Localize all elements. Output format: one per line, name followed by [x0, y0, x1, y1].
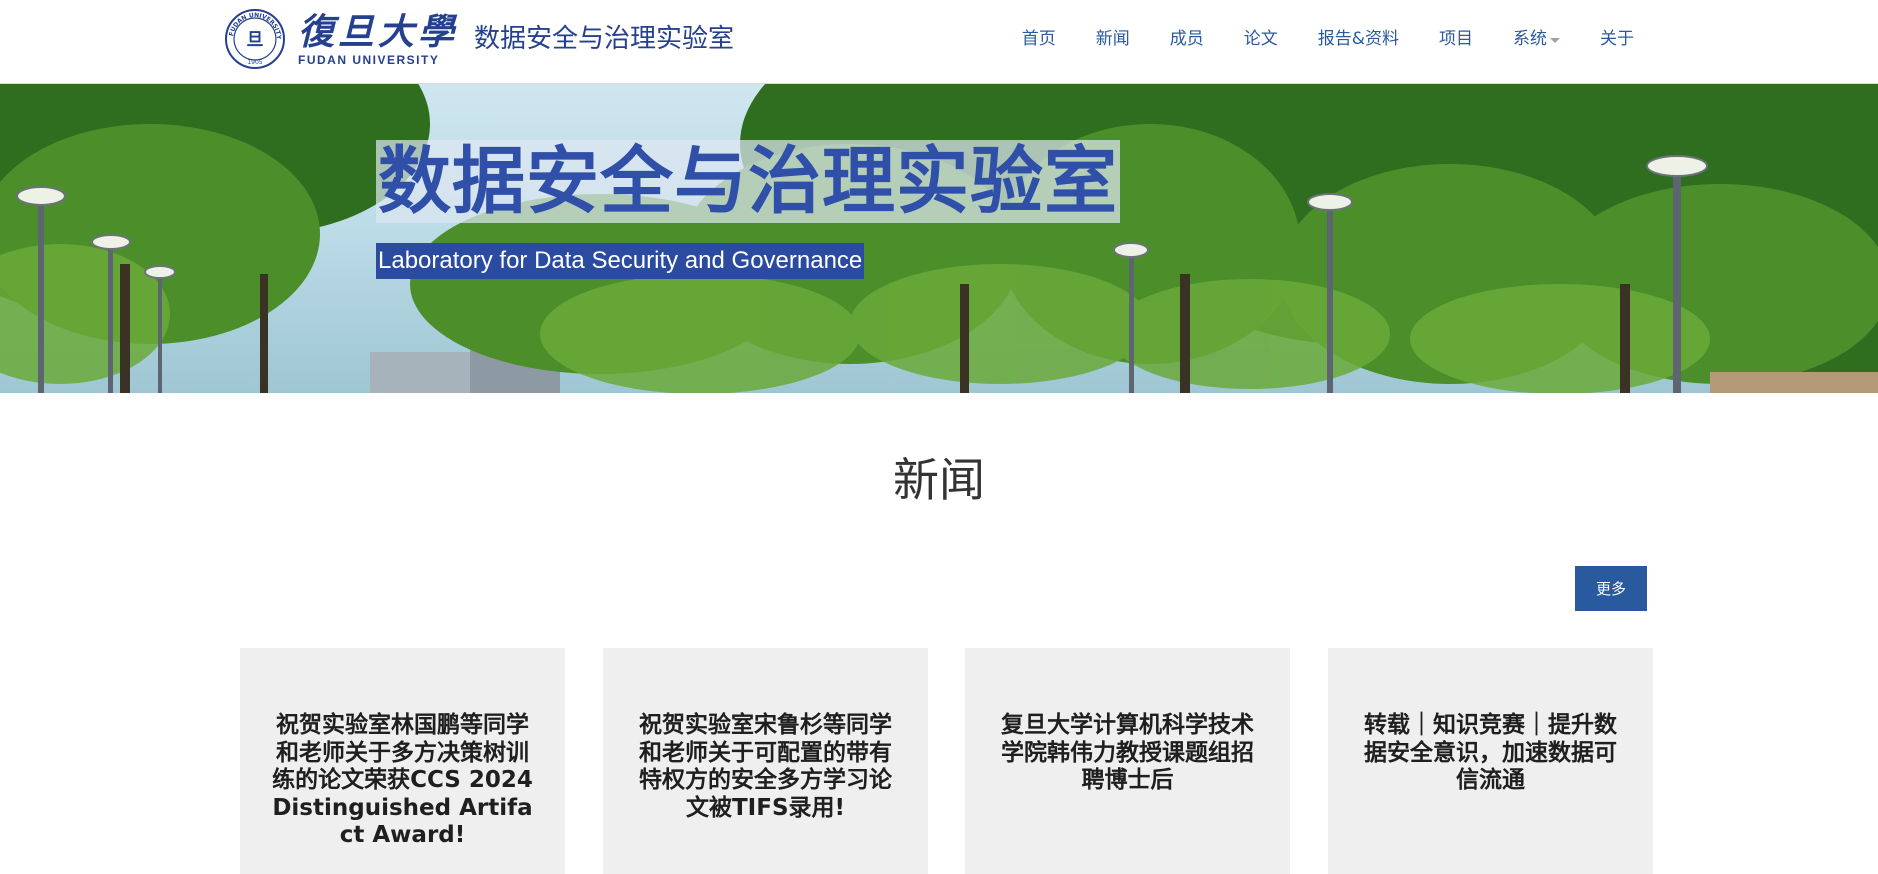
svg-text:旦: 旦	[247, 30, 264, 50]
nav-reports-label: 报告&资料	[1317, 29, 1399, 49]
lab-name: 数据安全与治理实验室	[474, 24, 735, 54]
nav-home-label: 首页	[1021, 29, 1056, 49]
news-card-title: 祝贺实验室林国鹏等同学和老师关于多方决策树训练的论文荣获CCS 2024 Dis…	[272, 712, 533, 848]
nav-reports[interactable]: 报告&资料	[1298, 0, 1419, 78]
nav-home[interactable]: 首页	[1002, 0, 1076, 78]
fudan-seal-icon: FUDAN UNIVERSITY 旦 1905	[225, 9, 285, 69]
brand-home-link[interactable]: FUDAN UNIVERSITY 旦 1905 復旦大學 FUDAN UNIVE…	[224, 6, 734, 72]
hero-subtitle: Laboratory for Data Security and Governa…	[376, 243, 865, 279]
university-name-cn: 復旦大學	[298, 10, 459, 53]
news-card[interactable]: 祝贺实验室宋鲁杉等同学和老师关于可配置的带有特权方的安全多方学习论文被TIFS录…	[603, 648, 928, 874]
main-nav: 首页 新闻 成员 论文 报告&资料 项目 系统 关于	[1002, 0, 1878, 78]
hero-banner: 数据安全与治理实验室 Laboratory for Data Security …	[0, 84, 1878, 393]
news-card-title: 转载｜知识竞赛｜提升数据安全意识，加速数据可信流通	[1364, 712, 1617, 793]
news-card[interactable]: 祝贺实验室林国鹏等同学和老师关于多方决策树训练的论文荣获CCS 2024 Dis…	[240, 648, 565, 874]
more-news-button[interactable]: 更多	[1575, 566, 1647, 611]
top-navbar: FUDAN UNIVERSITY 旦 1905 復旦大學 FUDAN UNIVE…	[0, 0, 1878, 84]
caret-down-icon	[1550, 37, 1560, 43]
university-wordmark: 復旦大學 FUDAN UNIVERSITY	[298, 12, 458, 67]
nav-news[interactable]: 新闻	[1076, 0, 1150, 78]
nav-papers-label: 论文	[1243, 29, 1278, 49]
nav-systems-label: 系统	[1513, 29, 1547, 49]
nav-systems-dropdown[interactable]: 系统	[1493, 0, 1580, 78]
news-card-title: 复旦大学计算机科学技术学院韩伟力教授课题组招聘博士后	[1001, 712, 1254, 793]
nav-members-label: 成员	[1169, 29, 1204, 49]
nav-members[interactable]: 成员	[1150, 0, 1224, 78]
news-heading: 新闻	[893, 453, 985, 507]
nav-projects[interactable]: 项目	[1419, 0, 1493, 78]
nav-about-label: 关于	[1600, 29, 1634, 49]
hero-title: 数据安全与治理实验室	[376, 139, 1120, 224]
nav-projects-label: 项目	[1439, 29, 1473, 49]
news-card[interactable]: 转载｜知识竞赛｜提升数据安全意识，加速数据可信流通	[1328, 648, 1653, 874]
seal-year: 1905	[247, 59, 262, 66]
nav-papers[interactable]: 论文	[1224, 0, 1298, 78]
nav-about[interactable]: 关于	[1580, 0, 1654, 78]
nav-news-label: 新闻	[1095, 29, 1130, 49]
university-name-en: FUDAN UNIVERSITY	[298, 52, 440, 67]
campus-trees-image	[0, 84, 1878, 393]
news-card[interactable]: 复旦大学计算机科学技术学院韩伟力教授课题组招聘博士后	[965, 648, 1290, 874]
news-card-title: 祝贺实验室宋鲁杉等同学和老师关于可配置的带有特权方的安全多方学习论文被TIFS录…	[639, 712, 892, 821]
